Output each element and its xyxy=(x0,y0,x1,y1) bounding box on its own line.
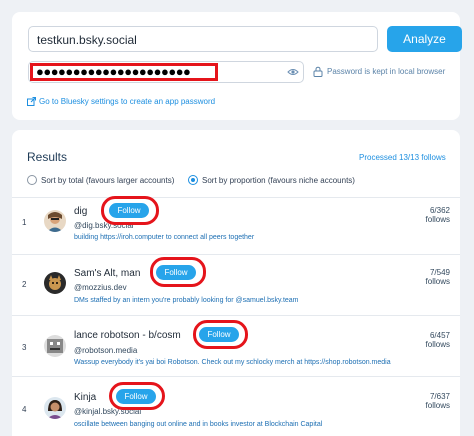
avatar[interactable] xyxy=(44,210,66,232)
follow-unit: follows xyxy=(425,340,450,349)
follow-ratio: 6/457 xyxy=(429,331,450,340)
account-name[interactable]: dig xyxy=(74,206,87,217)
account-bio: building https://iroh.computer to connec… xyxy=(74,234,255,241)
follow-count: 7/549 follows xyxy=(426,268,450,286)
follow-ratio: 6/362 xyxy=(429,206,450,215)
eye-icon[interactable] xyxy=(287,66,299,78)
follow-button[interactable]: Follow xyxy=(116,389,156,404)
follow-ratio: 7/637 xyxy=(429,392,450,401)
row-rank: 1 xyxy=(22,218,27,227)
follow-ratio: 7/549 xyxy=(429,268,450,277)
account-name[interactable]: lance robotson - b/cosm xyxy=(74,330,181,341)
account-bio: oscillate between banging out online and… xyxy=(74,421,323,428)
account-name[interactable]: Sam's Alt, man xyxy=(74,268,140,279)
row-rank: 2 xyxy=(22,280,27,289)
external-link-icon xyxy=(27,97,36,106)
row-rank: 4 xyxy=(22,405,27,414)
analyze-button[interactable]: Analyze xyxy=(387,26,462,52)
follow-count: 7/637 follows xyxy=(426,392,450,410)
sort-proportion-label[interactable]: Sort by proportion (favours niche accoun… xyxy=(202,176,355,185)
follow-count: 6/362 follows xyxy=(426,206,450,224)
follow-button[interactable]: Follow xyxy=(156,265,196,280)
follow-unit: follows xyxy=(425,277,450,286)
password-note: Password is kept in local browser xyxy=(327,67,446,76)
avatar[interactable] xyxy=(44,397,66,419)
avatar[interactable] xyxy=(44,335,66,357)
account-bio: DMs staffed by an intern you're probably… xyxy=(74,297,299,304)
sort-proportion-radio[interactable] xyxy=(188,175,198,185)
follow-count: 6/457 follows xyxy=(426,331,450,349)
sort-total-radio[interactable] xyxy=(27,175,37,185)
account-bio: Wassup everybody it's yai boi Robotson. … xyxy=(74,359,391,366)
processed-count: Processed 13/13 follows xyxy=(359,153,446,162)
avatar[interactable] xyxy=(44,272,66,294)
account-handle[interactable]: @robotson.media xyxy=(74,346,137,355)
results-title: Results xyxy=(27,150,68,164)
settings-link[interactable]: Go to Bluesky settings to create an app … xyxy=(39,97,215,106)
follow-unit: follows xyxy=(425,215,450,224)
page: testkun.bsky.social Analyze ●●●●●●●●●●●●… xyxy=(0,0,474,436)
follow-button[interactable]: Follow xyxy=(199,327,239,342)
sort-total-label[interactable]: Sort by total (favours larger accounts) xyxy=(41,176,174,185)
follow-button[interactable]: Follow xyxy=(109,203,149,218)
account-handle[interactable]: @mozzius.dev xyxy=(74,283,127,292)
account-name[interactable]: Kinja xyxy=(74,392,96,403)
password-value[interactable]: ●●●●●●●●●●●●●●●●●●●●● xyxy=(30,63,218,81)
follow-unit: follows xyxy=(425,401,450,410)
row-rank: 3 xyxy=(22,343,27,352)
lock-icon xyxy=(313,66,323,77)
handle-input[interactable]: testkun.bsky.social xyxy=(28,26,378,52)
